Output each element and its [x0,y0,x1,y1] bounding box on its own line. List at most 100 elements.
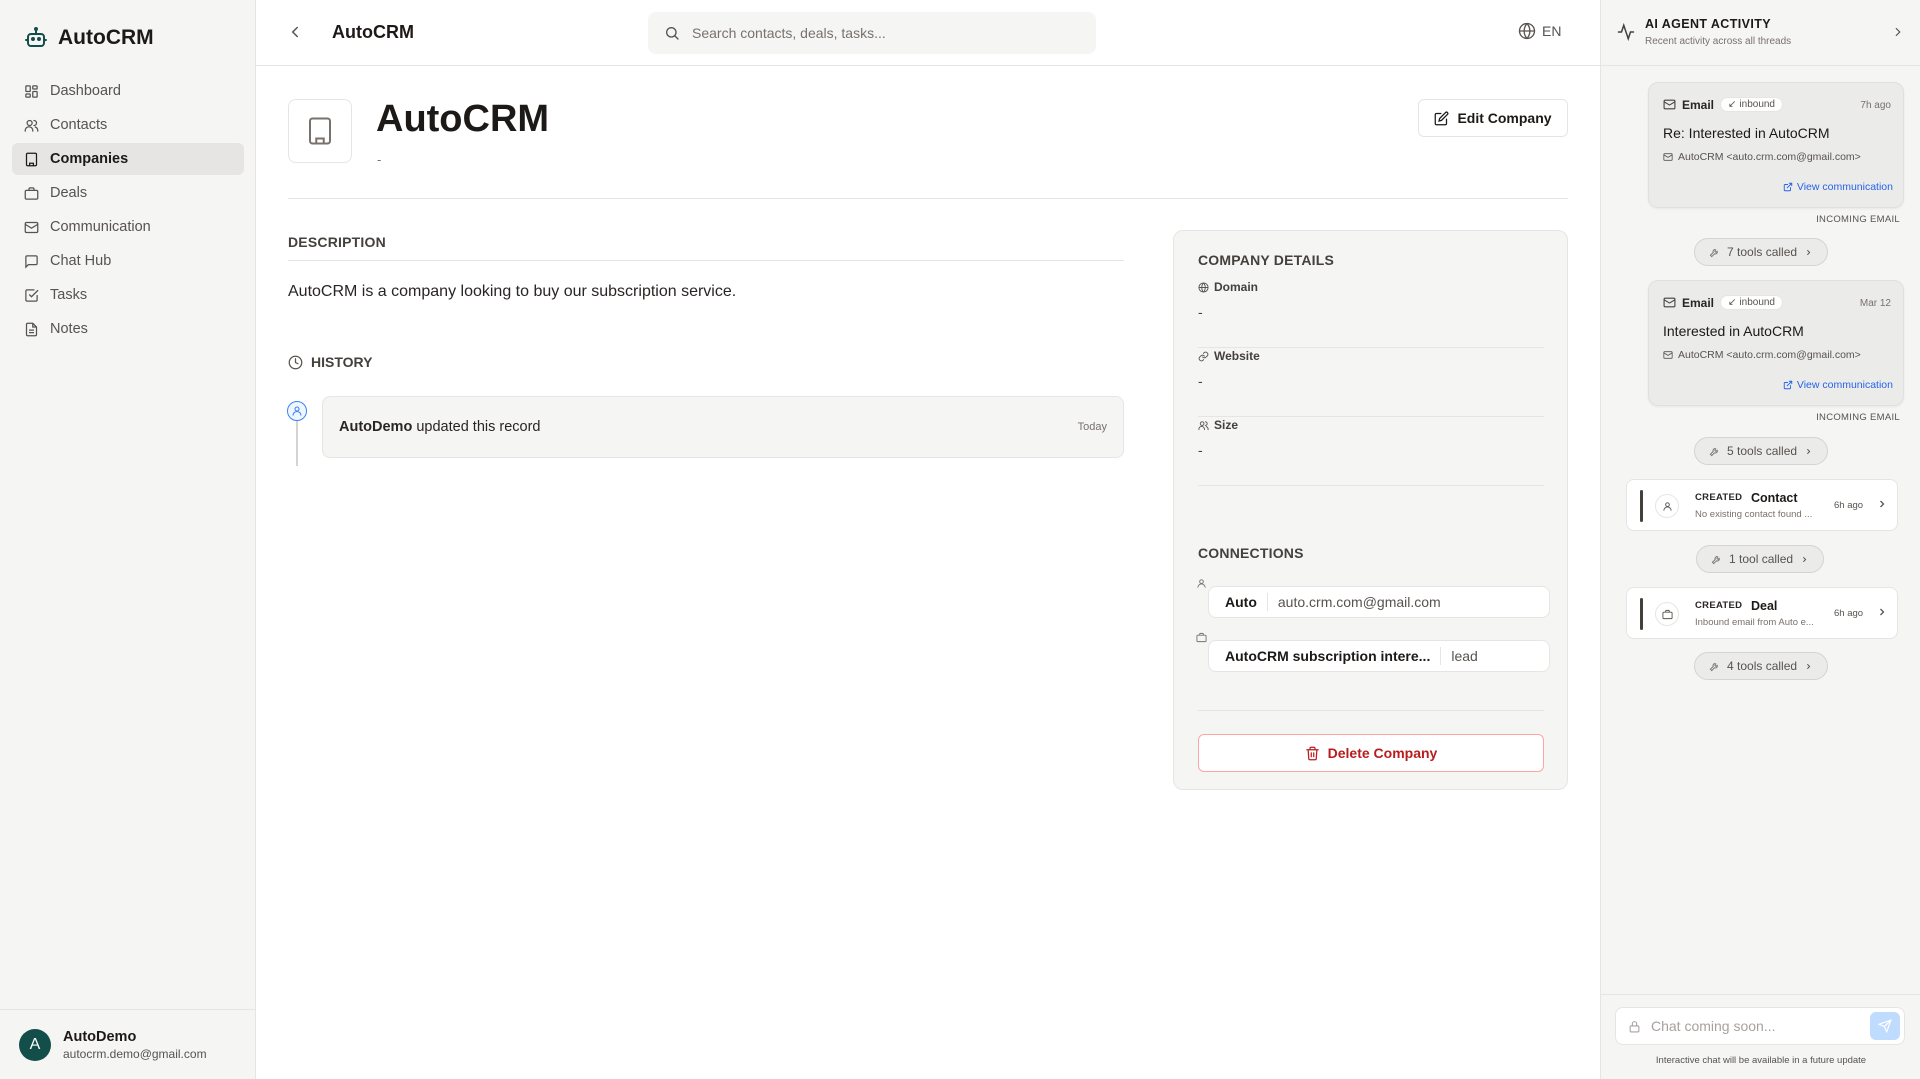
chat-bubble-icon [24,254,39,269]
tools-called-button[interactable]: 4 tools called [1694,652,1829,680]
size-label: Size [1214,418,1239,432]
created-description: Inbound email from Auto e... [1695,617,1814,628]
users-icon [1198,420,1209,431]
user-email: autocrm.demo@gmail.com [63,1046,207,1061]
trash-icon [1305,746,1320,761]
sidebar-item-contacts[interactable]: Contacts [12,109,244,141]
sidebar-item-notes[interactable]: Notes [12,313,244,345]
history-entry: AutoDemo updated this record Today [322,396,1124,458]
chat-footnote: Interactive chat will be available in a … [1655,1055,1867,1066]
direction-label: inbound [1739,297,1775,308]
timeline-line [296,418,298,466]
user-name: AutoDemo [63,1028,137,1045]
website-value: - [1198,373,1203,389]
email-sender-row: AutoCRM <auto.crm.com@gmail.com> [1663,151,1861,163]
email-activity-card[interactable]: Email ↙ inbound Mar 12 Interested in Auto… [1648,280,1904,406]
sidebar-item-label: Deals [50,185,88,201]
mail-icon [1663,98,1676,111]
sidebar-item-chat-hub[interactable]: Chat Hub [12,245,244,277]
tools-called-label: 4 tools called [1727,659,1798,673]
sidebar-item-deals[interactable]: Deals [12,177,244,209]
tools-called-label: 5 tools called [1727,444,1798,458]
globe-icon [1518,22,1536,40]
header-divider [288,198,1568,199]
view-communication-link[interactable]: View communication [1783,379,1893,391]
website-label: Website [1214,349,1260,363]
connection-separator [1440,647,1442,665]
direction-label: inbound [1739,99,1775,110]
sidebar-item-dashboard[interactable]: Dashboard [12,75,244,107]
person-icon [1655,494,1679,518]
edit-icon [1434,111,1449,126]
connection-separator [1266,593,1268,611]
created-time: 6h ago [1834,608,1864,619]
connection-name: AutoCRM subscription intere... [1225,648,1431,664]
chevron-right-icon [1804,447,1813,456]
email-card-header: Email ↙ inbound [1663,97,1783,112]
history-time: Today [1077,421,1107,433]
ai-agent-panel: AI AGENT ACTIVITY Recent activity across… [1600,0,1920,1079]
user-profile[interactable]: A AutoDemo autocrm.demo@gmail.com [0,1009,256,1079]
domain-field: Domain - [1198,280,1544,348]
search-bar [648,12,1096,54]
wrench-icon [1709,446,1720,457]
language-label: EN [1542,23,1562,39]
app-name: AutoCRM [58,26,154,49]
description-text: AutoCRM is a company looking to buy our … [288,283,737,300]
language-selector[interactable]: EN [1518,22,1561,40]
created-contact-card[interactable]: CREATED Contact No existing contact foun… [1626,479,1898,531]
external-link-icon [1783,380,1793,390]
send-button[interactable] [1870,1012,1900,1040]
created-deal-card[interactable]: CREATED Deal Inbound email from Auto e..… [1626,587,1898,639]
email-time: 7h ago [1860,100,1891,111]
history-action: updated this record [416,419,541,435]
connection-contact[interactable]: Auto auto.crm.com@gmail.com [1208,586,1550,618]
building-icon [305,116,335,146]
sidebar-item-communication[interactable]: Communication [12,211,244,243]
tools-called-button[interactable]: 7 tools called [1694,238,1829,266]
mail-icon [1663,350,1673,360]
email-type: Email [1682,295,1715,310]
sidebar-item-companies[interactable]: Companies [12,143,244,175]
tools-called-button[interactable]: 1 tool called [1696,545,1825,573]
view-communication-label: View communication [1796,379,1893,391]
tools-called-button[interactable]: 5 tools called [1694,437,1829,465]
top-bar: AutoCRM EN [256,0,1600,66]
sidebar-item-tasks[interactable]: Tasks [12,279,244,311]
person-icon [1196,578,1207,589]
sidebar-item-label: Notes [50,321,88,337]
size-label-row: Size [1198,418,1544,432]
email-activity-card[interactable]: Email ↙ inbound 7h ago Re: Interested in … [1648,82,1904,208]
history-heading: HISTORY [288,354,372,370]
created-description: No existing contact found ... [1695,509,1813,520]
search-input[interactable] [692,25,1072,41]
briefcase-icon [24,186,39,201]
view-communication-link[interactable]: View communication [1783,181,1893,193]
tools-called-label: 1 tool called [1729,552,1794,566]
send-icon [1878,1019,1892,1033]
edit-company-button[interactable]: Edit Company [1418,99,1568,137]
chat-input-box [1615,1007,1905,1045]
globe-icon [1198,281,1209,293]
connection-deal[interactable]: AutoCRM subscription intere... lead [1208,640,1550,672]
view-communication-label: View communication [1796,181,1893,193]
search-icon [664,25,680,41]
collapse-panel-button[interactable] [1891,25,1905,39]
chat-input[interactable] [1651,1018,1851,1034]
app-logo[interactable]: AutoCRM [24,26,154,50]
back-button[interactable] [286,23,304,41]
direction-badge: ↙ inbound [1720,97,1783,112]
external-link-icon [1783,182,1793,192]
connection-name: Auto [1225,594,1257,610]
sidebar-nav: Dashboard Contacts Companies Deals Commu… [12,75,244,347]
company-industry: - [377,152,382,167]
email-subject: Interested in AutoCRM [1663,323,1804,339]
agent-panel-title: AI AGENT ACTIVITY [1645,17,1772,31]
main-content: AutoCRM - Edit Company DESCRIPTION AutoC… [256,66,1600,1079]
created-type: Deal [1751,599,1778,613]
accent-bar [1640,598,1643,630]
briefcase-icon [1655,602,1679,626]
email-sender: AutoCRM <auto.crm.com@gmail.com> [1678,349,1861,361]
history-actor: AutoDemo [339,419,413,435]
delete-company-button[interactable]: Delete Company [1198,734,1544,772]
